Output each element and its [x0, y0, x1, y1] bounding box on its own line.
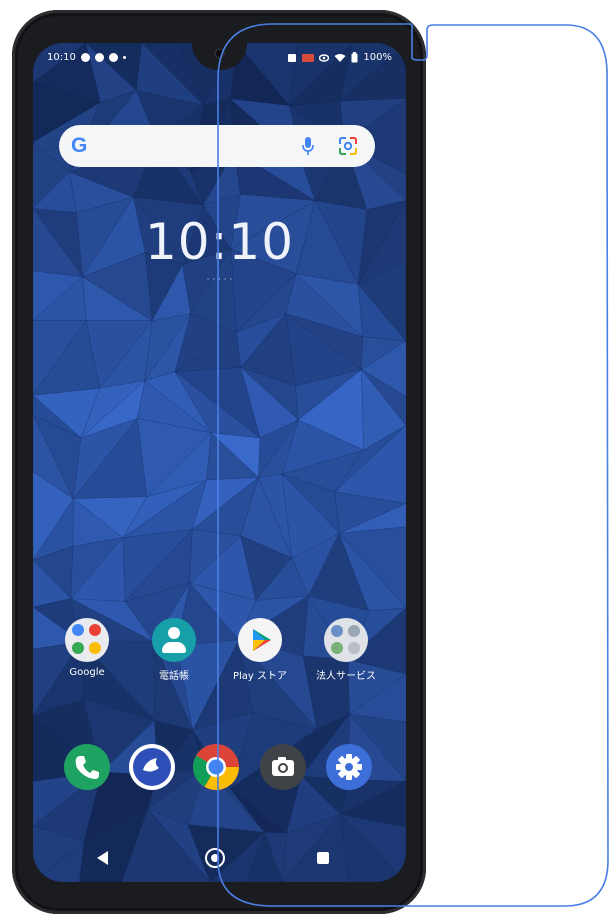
- front-camera: [214, 48, 225, 59]
- app-label: Google: [69, 667, 105, 678]
- app-contacts[interactable]: 電話帳: [134, 618, 214, 682]
- google-search-bar[interactable]: G: [59, 125, 375, 167]
- notification-icon: [80, 53, 90, 62]
- chrome-icon[interactable]: [193, 744, 239, 790]
- app-label: 電話帳: [159, 671, 189, 682]
- sim-icon: [288, 53, 297, 62]
- more-notifications-icon: [122, 56, 126, 59]
- camera-icon[interactable]: [260, 744, 306, 790]
- app-business-services[interactable]: 法人サービス: [306, 618, 386, 682]
- google-logo-icon: G: [71, 134, 88, 157]
- app-label: 法人サービス: [316, 671, 376, 682]
- contacts-icon: [152, 618, 196, 662]
- home-icon[interactable]: [205, 848, 225, 868]
- wifi-icon: [334, 53, 346, 62]
- app-google[interactable]: Google: [47, 618, 127, 678]
- phone-icon[interactable]: [64, 744, 110, 790]
- app-label: Play ストア: [232, 671, 288, 682]
- home-date: · · · · ·: [206, 275, 233, 285]
- status-time: 10:10: [47, 52, 76, 63]
- settings-notification-icon: [94, 53, 104, 62]
- navigation-bar: [33, 838, 406, 882]
- back-icon[interactable]: [97, 851, 109, 865]
- battery-percent: 100%: [363, 52, 392, 63]
- business-services-icon: [324, 618, 368, 662]
- settings-icon[interactable]: [326, 744, 372, 790]
- recents-icon[interactable]: [317, 852, 329, 864]
- play-store-icon: [238, 618, 282, 662]
- phone-frame: 10:10 100% G 10:10 · · · · · Google 電話帳 …: [12, 10, 426, 914]
- battery-icon: [351, 52, 358, 63]
- lens-icon[interactable]: [337, 135, 359, 157]
- mic-icon[interactable]: [301, 135, 315, 157]
- app-play-store[interactable]: Play ストア: [220, 618, 300, 682]
- notification-icon: [108, 53, 118, 62]
- nfc-icon: [302, 53, 315, 62]
- home-screen: 10:10 100% G 10:10 · · · · · Google 電話帳 …: [33, 43, 406, 882]
- eye-icon: [319, 53, 330, 62]
- messenger-icon[interactable]: [129, 744, 175, 790]
- home-clock: 10:10: [144, 213, 295, 271]
- google-folder-icon: [65, 618, 109, 662]
